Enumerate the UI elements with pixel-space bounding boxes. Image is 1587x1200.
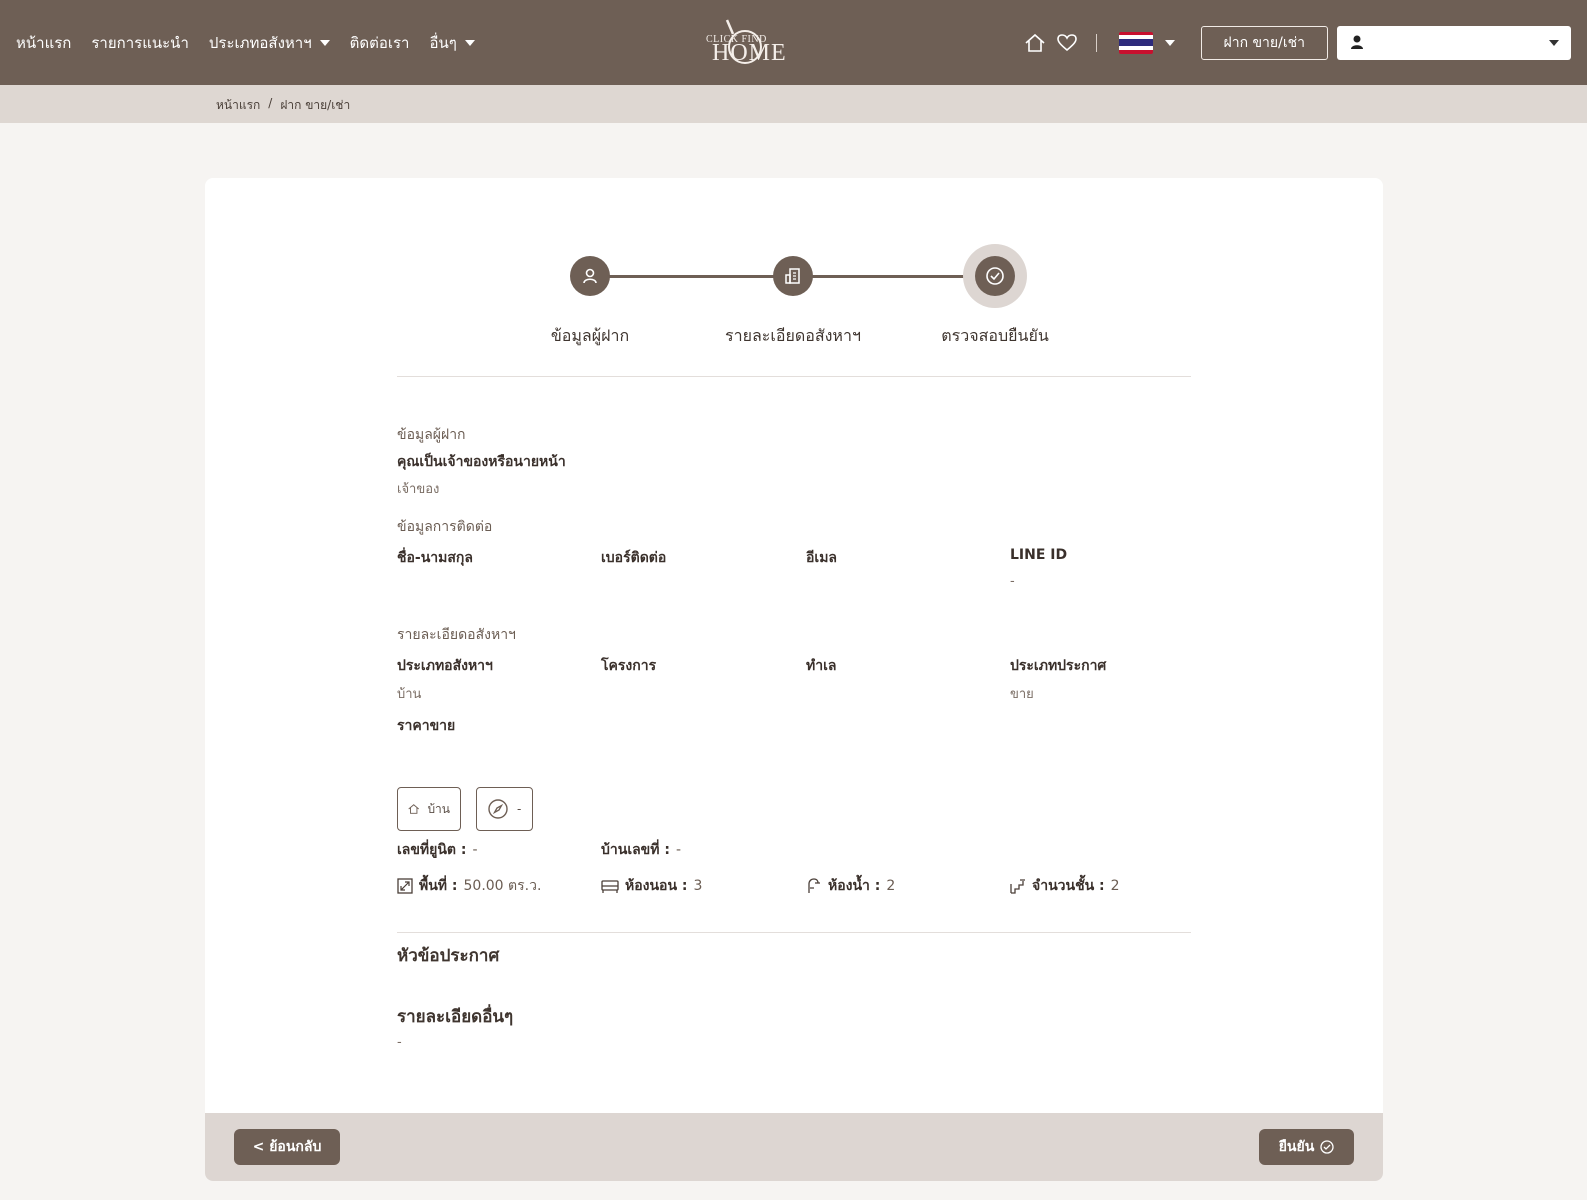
step-3-circle [975, 256, 1015, 296]
step-1-circle [570, 256, 610, 296]
logo-text-bottom: HOME [712, 40, 787, 66]
site-logo[interactable]: CLICK FIND HOME [700, 14, 796, 70]
check-circle-icon [1320, 1140, 1334, 1154]
nav-home-label: หน้าแรก [16, 33, 72, 52]
bathroom-value: 2 [886, 878, 896, 894]
property-type-value: บ้าน [397, 687, 422, 702]
breadcrumb-separator: / [268, 96, 273, 110]
listing-type-value: ขาย [1010, 687, 1034, 702]
location-chip-label: - [517, 802, 522, 816]
area-value: 50.00 ตร.ว. [463, 878, 542, 894]
step-3-label: ตรวจสอบยืนยัน [941, 326, 1049, 345]
phone-label: เบอร์ติดต่อ [601, 550, 667, 566]
top-navbar: หน้าแรก รายการแนะนำ ประเภทอสังหาฯ ติดต่อ… [0, 0, 1587, 85]
contact-section-title: ข้อมูลการติดต่อ [397, 519, 493, 535]
name-label: ชื่อ-นามสกุล [397, 550, 473, 566]
language-dropdown-icon[interactable] [1164, 39, 1175, 46]
step-2-label: รายละเอียดอสังหาฯ [725, 326, 861, 345]
back-button-label: < ย้อนกลับ [252, 1139, 322, 1155]
breadcrumb: หน้าแรก / ฝาก ขาย/เช่า [0, 85, 1587, 123]
bedroom-spec: ห้องนอน : 3 [601, 875, 702, 897]
user-icon [1351, 35, 1363, 49]
unit-number-label: เลขที่ยูนิต : [397, 842, 467, 858]
area-label: พื้นที่ : [419, 878, 458, 894]
property-divider [397, 932, 1191, 933]
project-label: โครงการ [601, 658, 657, 674]
line-id-label: LINE ID [1010, 547, 1068, 563]
back-button[interactable]: < ย้อนกลับ [234, 1129, 340, 1165]
step-2-circle [773, 256, 813, 296]
shower-icon [808, 878, 820, 893]
other-details-value: - [397, 1035, 402, 1050]
compass-icon [488, 799, 508, 819]
nav-recommended-label: รายการแนะนำ [91, 33, 189, 52]
email-label: อีเมล [806, 550, 838, 566]
check-circle-icon [986, 267, 1004, 285]
nav-divider [1095, 33, 1097, 52]
price-label: ราคาขาย [397, 718, 456, 734]
nav-more-label: อื่นๆ [429, 33, 457, 52]
confirm-button-label: ยืนยัน [1278, 1139, 1315, 1155]
owner-question-value: เจ้าของ [397, 482, 440, 497]
stepper-connector [803, 275, 983, 278]
home-icon[interactable] [1022, 30, 1048, 56]
house-number-value: - [675, 842, 682, 858]
card-footer: < ย้อนกลับ ยืนยัน [205, 1113, 1383, 1181]
heart-icon[interactable] [1054, 30, 1080, 56]
step-1-label: ข้อมูลผู้ฝาก [550, 326, 630, 345]
unit-number-row: เลขที่ยูนิต : - [397, 839, 478, 861]
chevron-down-icon [1549, 39, 1559, 46]
confirm-card: ข้อมูลผู้ฝาก รายละเอียดอสังหาฯ ตรวจสอบยื… [205, 178, 1383, 1181]
listing-type-label: ประเภทประกาศ [1010, 658, 1107, 674]
owner-question-label: คุณเป็นเจ้าของหรือนายหน้า [397, 454, 566, 470]
property-type-chip-label: บ้าน [427, 801, 450, 816]
breadcrumb-home[interactable]: หน้าแรก [216, 96, 260, 115]
chevron-down-icon [319, 39, 330, 46]
house-number-row: บ้านเลขที่ : - [601, 839, 681, 861]
main-menu: หน้าแรก รายการแนะนำ ประเภทอสังหาฯ ติดต่อ… [16, 0, 475, 85]
user-account-dropdown[interactable] [1337, 25, 1571, 60]
bed-icon [601, 880, 619, 893]
stairs-icon [1010, 879, 1025, 894]
area-spec: พื้นที่ : 50.00 ตร.ว. [397, 875, 541, 897]
nav-home[interactable]: หน้าแรก [16, 31, 71, 55]
bathroom-spec: ห้องน้ำ : 2 [806, 875, 895, 897]
chevron-down-icon [464, 39, 475, 46]
bedroom-value: 3 [693, 878, 703, 894]
floors-label: จำนวนชั้น : [1032, 878, 1105, 894]
property-type-chip: บ้าน [397, 787, 461, 831]
unit-number-value: - [472, 842, 478, 858]
stepper-divider [397, 376, 1191, 377]
property-section-title: รายละเอียดอสังหาฯ [397, 627, 516, 643]
location-chip: - [476, 787, 533, 831]
user-icon [583, 268, 597, 284]
confirm-button[interactable]: ยืนยัน [1259, 1129, 1354, 1165]
nav-contact-label: ติดต่อเรา [349, 33, 410, 52]
announcement-title-label: หัวข้อประกาศ [397, 946, 500, 966]
nav-recommended[interactable]: รายการแนะนำ [91, 31, 189, 55]
floors-value: 2 [1110, 878, 1120, 894]
thai-flag-icon[interactable] [1118, 31, 1153, 54]
nav-property-types[interactable]: ประเภทอสังหาฯ [209, 31, 330, 55]
depositor-section-title: ข้อมูลผู้ฝาก [397, 427, 466, 443]
nav-contact[interactable]: ติดต่อเรา [350, 31, 410, 55]
location-label: ทำเล [806, 658, 837, 674]
breadcrumb-current: ฝาก ขาย/เช่า [280, 98, 351, 112]
nav-actions: ฝาก ขาย/เช่า [1016, 0, 1571, 85]
floors-spec: จำนวนชั้น : 2 [1010, 875, 1120, 897]
nav-property-types-label: ประเภทอสังหาฯ [208, 33, 312, 52]
other-details-label: รายละเอียดอื่นๆ [397, 1007, 514, 1027]
line-id-value: - [1010, 574, 1015, 589]
area-icon [397, 878, 413, 894]
stepper-connector [603, 275, 783, 278]
nav-more[interactable]: อื่นๆ [429, 31, 475, 55]
building-icon [785, 268, 800, 284]
post-property-button[interactable]: ฝาก ขาย/เช่า [1200, 25, 1328, 60]
bathroom-label: ห้องน้ำ : [828, 878, 881, 894]
property-type-label: ประเภทอสังหาฯ [397, 658, 493, 674]
home-icon [408, 804, 420, 814]
bedroom-label: ห้องนอน : [625, 878, 688, 894]
house-number-label: บ้านเลขที่ : [601, 842, 670, 858]
